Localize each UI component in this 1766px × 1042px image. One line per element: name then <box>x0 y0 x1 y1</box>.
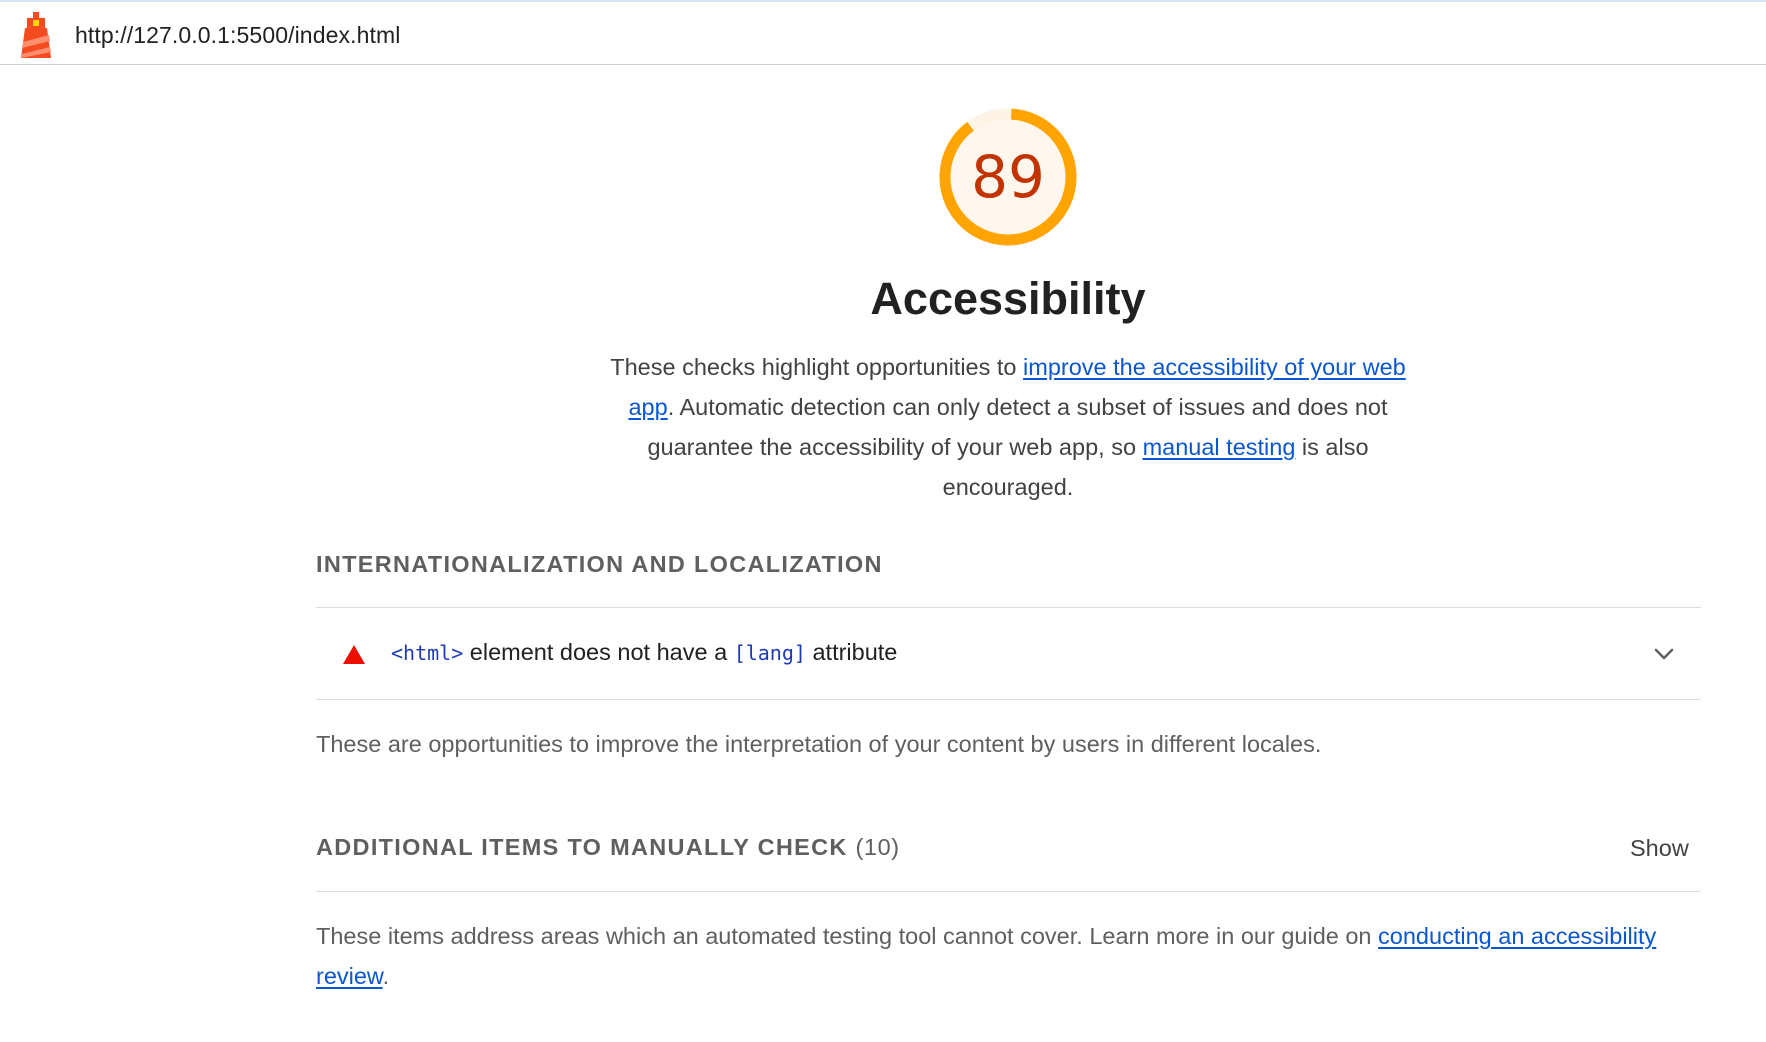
audit-text-1: element does not have a <box>463 639 734 665</box>
manual-description-outro: . <box>382 963 390 989</box>
divider <box>316 891 1701 892</box>
chevron-down-icon[interactable] <box>1653 643 1675 665</box>
report-topbar: http://127.0.0.1:5500/index.html <box>0 0 1766 65</box>
audit-code-html: <html> <box>391 641 464 665</box>
manual-testing-link[interactable]: manual testing <box>1143 434 1296 460</box>
category-title: Accessibility <box>870 273 1146 324</box>
fail-triangle-icon <box>343 645 365 664</box>
group-count: (10) <box>855 834 900 860</box>
audit-html-has-lang[interactable]: <html> element does not have a [lang] at… <box>316 608 1701 700</box>
description-intro: These checks highlight opportunities to <box>610 354 1024 380</box>
audit-title: <html> element does not have a [lang] at… <box>391 639 897 666</box>
score-value: 89 <box>971 143 1045 211</box>
divider <box>316 699 1701 700</box>
manual-description-intro: These items address areas which an autom… <box>316 923 1379 949</box>
show-button[interactable]: Show <box>1630 835 1689 862</box>
lighthouse-icon <box>21 12 51 58</box>
category-description: These checks highlight opportunities to … <box>604 347 1412 507</box>
audit-code-lang: [lang] <box>733 641 806 665</box>
group-title-manual[interactable]: Additional items to manually check (10) <box>316 834 900 861</box>
group-title-i18n: Internationalization and Localization <box>316 551 883 577</box>
group-description-i18n: These are opportunities to improve the i… <box>316 731 1322 757</box>
audit-text-2: attribute <box>805 639 898 665</box>
group-title-manual-label: Additional items to manually check <box>316 834 848 860</box>
report-url[interactable]: http://127.0.0.1:5500/index.html <box>75 22 400 49</box>
group-description-manual: These items address areas which an autom… <box>316 916 1706 996</box>
